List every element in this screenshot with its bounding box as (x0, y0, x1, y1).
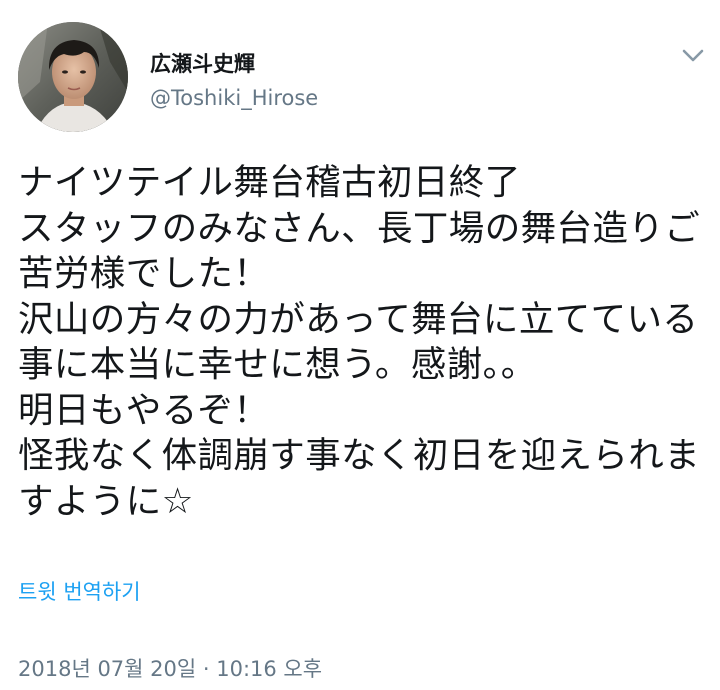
tweet-text-line: 苦労様でした！ (18, 253, 270, 294)
chevron-down-icon (682, 49, 704, 62)
tweet-text-line: 怪我なく体調崩す事なく初日を迎えられま (18, 435, 701, 476)
translate-tweet-link[interactable]: 트윗 번역하기 (18, 578, 141, 606)
tweet-text-line: ナイツテイル舞台稽古初日終了 (18, 162, 521, 203)
tweet-text-line: 事に本当に幸せに想う。感謝。。 (18, 344, 537, 385)
tweet-timestamp[interactable]: 2018년 07월 20일 · 10:16 오후 (18, 655, 322, 683)
tweet-menu-button[interactable] (676, 44, 710, 68)
tweet-text-line: 明日もやるぞ！ (18, 389, 270, 431)
tweet-text-line: すように☆ (18, 480, 194, 522)
avatar-photo (18, 22, 128, 132)
avatar[interactable] (18, 22, 128, 132)
author-handle[interactable]: @Toshiki_Hirose (150, 85, 318, 111)
tweet-text-line: スタッフのみなさん、長丁場の舞台造りご (18, 207, 701, 249)
tweet-detail: 広瀬斗史輝 @Toshiki_Hirose ナイツテイル舞台稽古初日終了 スタッ… (0, 0, 720, 690)
tweet-text: ナイツテイル舞台稽古初日終了 スタッフのみなさん、長丁場の舞台造りご 苦労様でし… (18, 160, 708, 524)
author-display-name[interactable]: 広瀬斗史輝 (150, 51, 255, 77)
tweet-text-line: 沢山の方々の力があって舞台に立てている (18, 298, 699, 340)
